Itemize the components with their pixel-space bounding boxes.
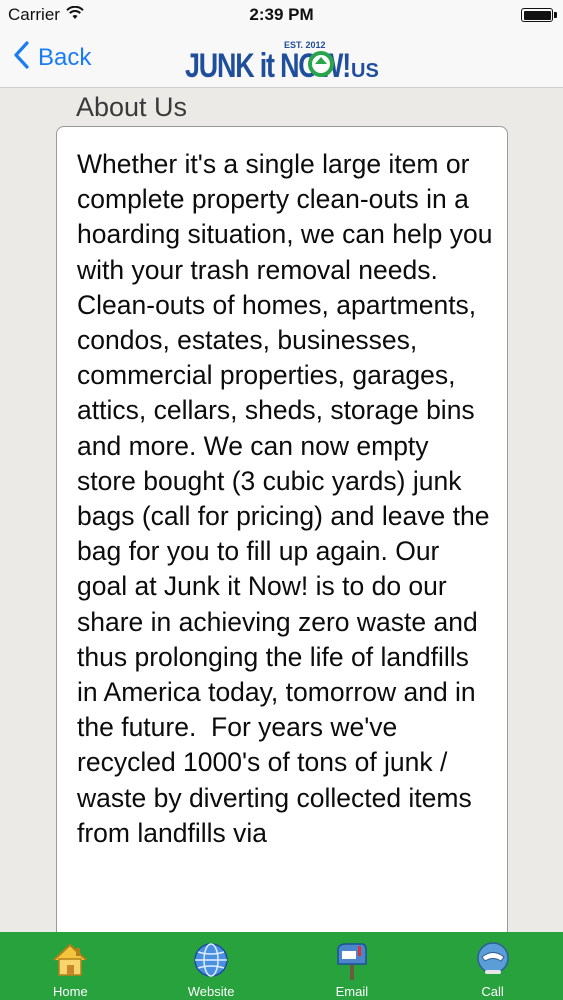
globe-icon bbox=[191, 940, 231, 980]
tab-email[interactable]: Email bbox=[282, 932, 423, 1000]
status-bar: Carrier 2:39 PM bbox=[0, 0, 563, 30]
tab-home-label: Home bbox=[53, 984, 88, 999]
junk-it-now-logo: EST. 2012 JUNK it NOW! US bbox=[184, 37, 394, 85]
tab-website[interactable]: Website bbox=[141, 932, 282, 1000]
chevron-left-icon bbox=[14, 40, 30, 76]
house-icon bbox=[50, 940, 90, 980]
logo-suffix: US bbox=[351, 60, 379, 82]
status-time: 2:39 PM bbox=[249, 5, 314, 24]
back-label: Back bbox=[38, 44, 92, 71]
phone-icon bbox=[473, 940, 513, 980]
about-content-card[interactable]: Whether it's a single large item or comp… bbox=[56, 126, 508, 946]
tab-home[interactable]: Home bbox=[0, 932, 141, 1000]
battery-icon bbox=[521, 8, 557, 22]
tab-website-label: Website bbox=[187, 984, 235, 999]
tab-bar: Home Website Email Call bbox=[0, 932, 563, 1000]
tab-call-label: Call bbox=[481, 984, 504, 999]
tab-call[interactable]: Call bbox=[422, 932, 563, 1000]
tab-email-label: Email bbox=[335, 984, 369, 999]
back-button[interactable]: Back bbox=[14, 40, 91, 76]
navigation-bar: Back EST. 2012 JUNK it NOW! US bbox=[0, 30, 563, 88]
mailbox-icon bbox=[332, 940, 372, 980]
about-body-text: Whether it's a single large item or comp… bbox=[77, 149, 500, 848]
section-title: About Us bbox=[76, 92, 188, 122]
